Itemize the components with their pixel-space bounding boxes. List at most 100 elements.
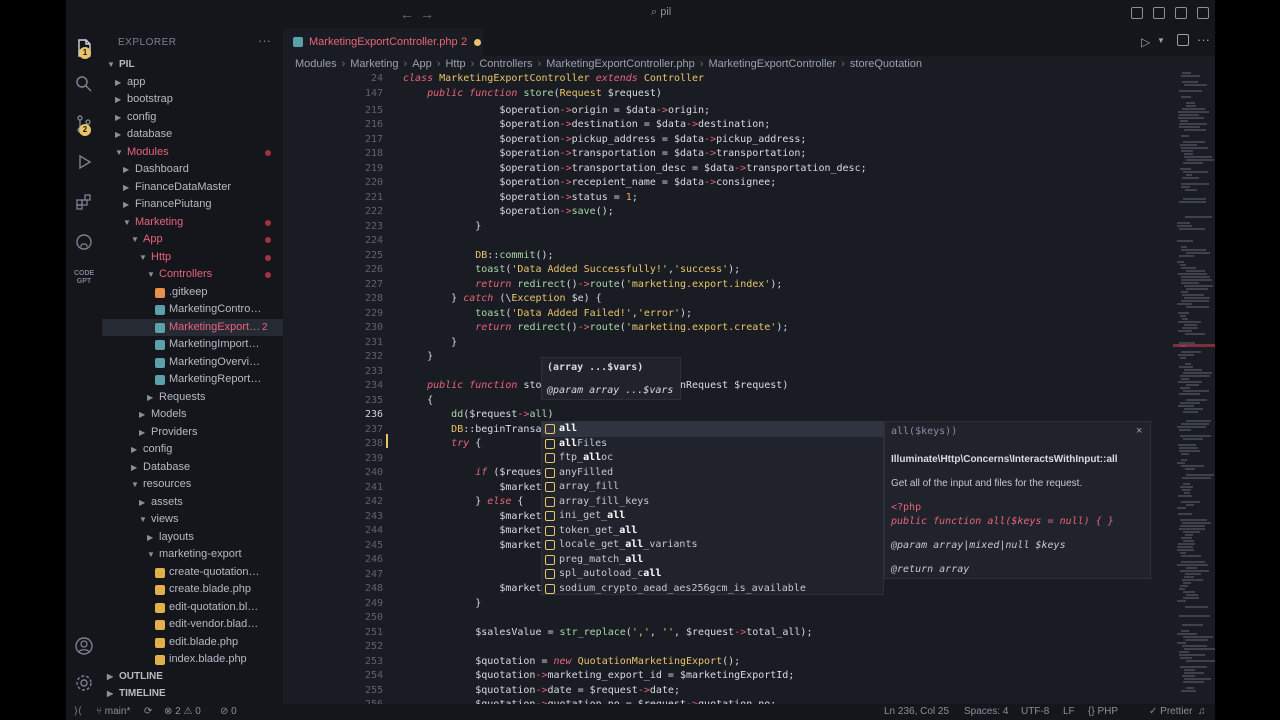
language-mode[interactable]: {} PHP	[1088, 706, 1118, 717]
explorer-more-icon[interactable]: ···	[258, 33, 271, 48]
code-line[interactable]: 252	[283, 640, 1113, 655]
breadcrumb-item[interactable]: Modules	[295, 58, 337, 70]
explorer-item[interactable]: ▶ config	[102, 441, 283, 459]
explorer-item[interactable]: create.blade.php	[102, 581, 283, 599]
suggestion-item[interactable]: all	[542, 422, 883, 437]
codegpt-icon[interactable]: CODE GPT	[74, 270, 94, 290]
code-line[interactable]: 216 $operation->destination = $data->des…	[283, 118, 1113, 133]
branch-indicator[interactable]: ⑂ main*	[96, 706, 130, 717]
explorer-item[interactable]: MarketingExportC... 2	[102, 318, 283, 336]
suggestion-item[interactable]: array_fill_keys	[542, 495, 883, 510]
explorer-item[interactable]: .gitkeep	[102, 284, 283, 302]
code-line[interactable]: 220 $operation->recepient_name = $data->…	[283, 176, 1113, 191]
minimap[interactable]	[1173, 72, 1215, 704]
toggle-secondary-sidebar-icon[interactable]	[1175, 7, 1187, 19]
code-line[interactable]: 223 }	[283, 220, 1113, 235]
suggestion-item[interactable]: anyFilled	[542, 466, 883, 481]
sticky-line[interactable]: 24 class MarketingExportController extend…	[283, 72, 1113, 87]
suggestion-item[interactable]: sodium_crypto_aead_aes256gcm_is_availabl…	[542, 582, 883, 595]
explorer-item[interactable]: create-quotation.blade...	[102, 564, 283, 582]
customize-layout-icon[interactable]	[1197, 7, 1209, 19]
breadcrumb-item[interactable]: storeQuotation	[850, 58, 922, 70]
breadcrumb-item[interactable]: MarketingExportController.php	[546, 58, 695, 70]
explorer-item[interactable]: ▶ Models	[102, 406, 283, 424]
explorer-item[interactable]: ▶ bootstrap	[102, 91, 283, 109]
explorer-item[interactable]: ▶ layouts	[102, 529, 283, 547]
code-line[interactable]: 235 {	[283, 394, 1113, 409]
code-line[interactable]: 231 }	[283, 336, 1113, 351]
unsaved-dot-icon[interactable]	[474, 39, 481, 46]
explorer-item[interactable]: index.blade.php	[102, 651, 283, 669]
run-debug-icon[interactable]	[74, 152, 94, 172]
code-line[interactable]: 251 $salesValue = str_replace(',', '', $…	[283, 626, 1113, 641]
explorer-item[interactable]: MarketingImportContr...	[102, 336, 283, 354]
code-line[interactable]: 217 $operation->pickup_address = $data->…	[283, 133, 1113, 148]
formatter[interactable]: ✓ Prettier	[1149, 706, 1192, 717]
suggestion-item[interactable]: ftp_alloc	[542, 451, 883, 466]
code-line[interactable]: 222 $operation->save();	[283, 205, 1113, 220]
suggestion-item[interactable]: spl_autoload_call	[542, 567, 883, 582]
suggestion-item[interactable]: token_get_all	[542, 524, 883, 539]
code-line[interactable]: 232 }	[283, 350, 1113, 365]
explorer-item[interactable]: MarketingOverviewCo...	[102, 354, 283, 372]
explorer-item[interactable]: ▼ Controllers	[102, 266, 283, 284]
breadcrumb-item[interactable]: App	[412, 58, 432, 70]
close-icon[interactable]: ×	[1136, 425, 1142, 437]
run-file-icon[interactable]: ▷	[1141, 35, 1150, 49]
problems-indicator[interactable]: ⊗ 2 ⚠ 0	[164, 706, 201, 717]
extensions-icon[interactable]	[74, 192, 94, 212]
code-line[interactable]: 254 $quotation->marketing_export_id = $m…	[283, 669, 1113, 684]
suggestion-item[interactable]: array_fill	[542, 480, 883, 495]
explorer-item[interactable]: edit.blade.php	[102, 634, 283, 652]
explorer-item[interactable]: MarketingReportContr...	[102, 371, 283, 389]
settings-icon[interactable]	[74, 673, 94, 693]
suggestion-item[interactable]: preg_match_all	[542, 553, 883, 568]
breadcrumb-item[interactable]: Http	[445, 58, 465, 70]
sticky-line[interactable]: 147 public function store(Request $reque…	[283, 87, 1113, 102]
code-line[interactable]: 234 public function stor ionRequest $req…	[283, 379, 1113, 394]
code-line[interactable]: 225 DB::commit();	[283, 249, 1113, 264]
run-dropdown-icon[interactable]: ▼	[1157, 36, 1165, 45]
code-line[interactable]: 224	[283, 234, 1113, 249]
split-editor-icon[interactable]	[1177, 34, 1189, 46]
workspace-root[interactable]: ▼ PIL	[102, 56, 283, 74]
explorer-item[interactable]: ▶ Database	[102, 459, 283, 477]
code-line[interactable]: 219 $operation->transportation_desc = $d…	[283, 162, 1113, 177]
remote-icon[interactable]: ⟩⟨	[74, 706, 82, 717]
explorer-item[interactable]: ▶ FinancePiutang	[102, 196, 283, 214]
explorer-item[interactable]: MarketingController.php	[102, 301, 283, 319]
code-line[interactable]: 215 $operation->origin = $data->origin;	[283, 104, 1113, 119]
explorer-item[interactable]: ▼ Marketing	[102, 214, 283, 232]
explorer-item[interactable]: ▼ resources	[102, 476, 283, 494]
explorer-item[interactable]: ▶ assets	[102, 494, 283, 512]
suggestion-item[interactable]: allFiles	[542, 437, 883, 452]
explorer-item[interactable]: ▶ Dashboard	[102, 161, 283, 179]
code-line[interactable]: 255 $quotation->date = $request->date;	[283, 684, 1113, 699]
breadcrumb-item[interactable]: MarketingExportController	[708, 58, 836, 70]
indentation[interactable]: Spaces: 4	[964, 706, 1008, 717]
explorer-item[interactable]: ▶ database	[102, 126, 283, 144]
sync-icon[interactable]: ⟳	[144, 706, 152, 717]
forward-arrow-icon[interactable]: →	[420, 6, 434, 22]
code-line[interactable]: 218 $operation->transportation = $data->…	[283, 147, 1113, 162]
explorer-item[interactable]: ▶ Providers	[102, 424, 283, 442]
explorer-item[interactable]: ▶ config	[102, 109, 283, 127]
code-line[interactable]: 249 }	[283, 597, 1113, 612]
timeline-section[interactable]: ▶ TIMELINE	[102, 685, 283, 703]
explorer-item[interactable]: ▼ App	[102, 231, 283, 249]
explorer-item[interactable]: ▶ Requests	[102, 389, 283, 407]
code-line[interactable]: 221 $operation->status = 1;	[283, 191, 1113, 206]
breadcrumb-item[interactable]: Controllers	[479, 58, 532, 70]
code-line[interactable]: 229 toast('Data Added Failed!','error');	[283, 307, 1113, 322]
toggle-sidebar-icon[interactable]	[1131, 7, 1143, 19]
end-of-line[interactable]: LF	[1063, 706, 1075, 717]
toggle-panel-icon[interactable]	[1153, 7, 1165, 19]
suggestion-item[interactable]: locale_get_all_variants	[542, 538, 883, 553]
cursor-position[interactable]: Ln 236, Col 25	[884, 706, 949, 717]
code-line[interactable]: 250	[283, 611, 1113, 626]
encoding[interactable]: UTF-8	[1021, 706, 1049, 717]
explorer-item[interactable]: ▼ Modules	[102, 144, 283, 162]
explorer-item[interactable]: edit-quotation.blade.php	[102, 599, 283, 617]
code-line[interactable]: 228 } catch (\Exception $e) {	[283, 292, 1113, 307]
explorer-item[interactable]: ▼ Http	[102, 249, 283, 267]
